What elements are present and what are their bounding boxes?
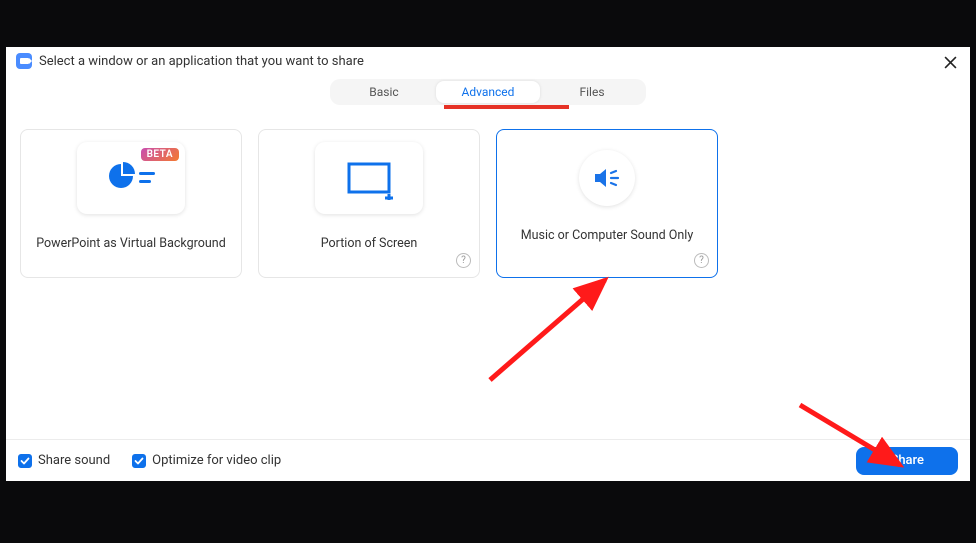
share-screen-dialog: Select a window or an application that y… xyxy=(6,47,970,481)
annotation-underline xyxy=(444,105,569,109)
checkbox-label: Optimize for video clip xyxy=(152,453,281,468)
option-portion-of-screen[interactable]: Portion of Screen ? xyxy=(258,129,480,278)
share-button[interactable]: Share xyxy=(856,447,958,475)
option-label: PowerPoint as Virtual Background xyxy=(36,236,226,251)
tab-files[interactable]: Files xyxy=(540,81,644,103)
checkbox-label: Share sound xyxy=(38,453,110,468)
sound-icon xyxy=(591,162,623,194)
checkbox-icon xyxy=(18,454,32,468)
tabs-container: Basic Advanced Files xyxy=(6,79,970,105)
checkbox-share-sound[interactable]: Share sound xyxy=(18,453,110,468)
dialog-title: Select a window or an application that y… xyxy=(39,54,364,69)
close-icon xyxy=(944,56,957,69)
option-label: Portion of Screen xyxy=(321,236,418,251)
zoom-logo-icon xyxy=(16,53,32,69)
tabs: Basic Advanced Files xyxy=(330,79,646,105)
checkbox-icon xyxy=(132,454,146,468)
help-icon[interactable]: ? xyxy=(694,253,709,268)
close-button[interactable] xyxy=(938,50,962,74)
dialog-footer: Share sound Optimize for video clip Shar… xyxy=(6,439,970,481)
tab-advanced[interactable]: Advanced xyxy=(436,81,540,103)
tab-basic[interactable]: Basic xyxy=(332,81,436,103)
option-music-computer-sound[interactable]: Music or Computer Sound Only ? xyxy=(496,129,718,278)
option-visual: BETA xyxy=(77,142,185,214)
option-powerpoint-virtual-bg[interactable]: BETA PowerPoint as Virtual Background xyxy=(20,129,242,278)
dialog-header: Select a window or an application that y… xyxy=(6,47,970,75)
beta-badge: BETA xyxy=(141,148,179,161)
footer-options: Share sound Optimize for video clip xyxy=(18,453,281,468)
portion-icon xyxy=(339,156,399,200)
checkbox-optimize-video[interactable]: Optimize for video clip xyxy=(132,453,281,468)
option-label: Music or Computer Sound Only xyxy=(521,228,694,243)
powerpoint-icon xyxy=(101,158,161,198)
help-icon[interactable]: ? xyxy=(456,253,471,268)
option-visual xyxy=(315,142,423,214)
options-row: BETA PowerPoint as Virtual Background xyxy=(6,105,970,278)
option-visual xyxy=(579,150,635,206)
